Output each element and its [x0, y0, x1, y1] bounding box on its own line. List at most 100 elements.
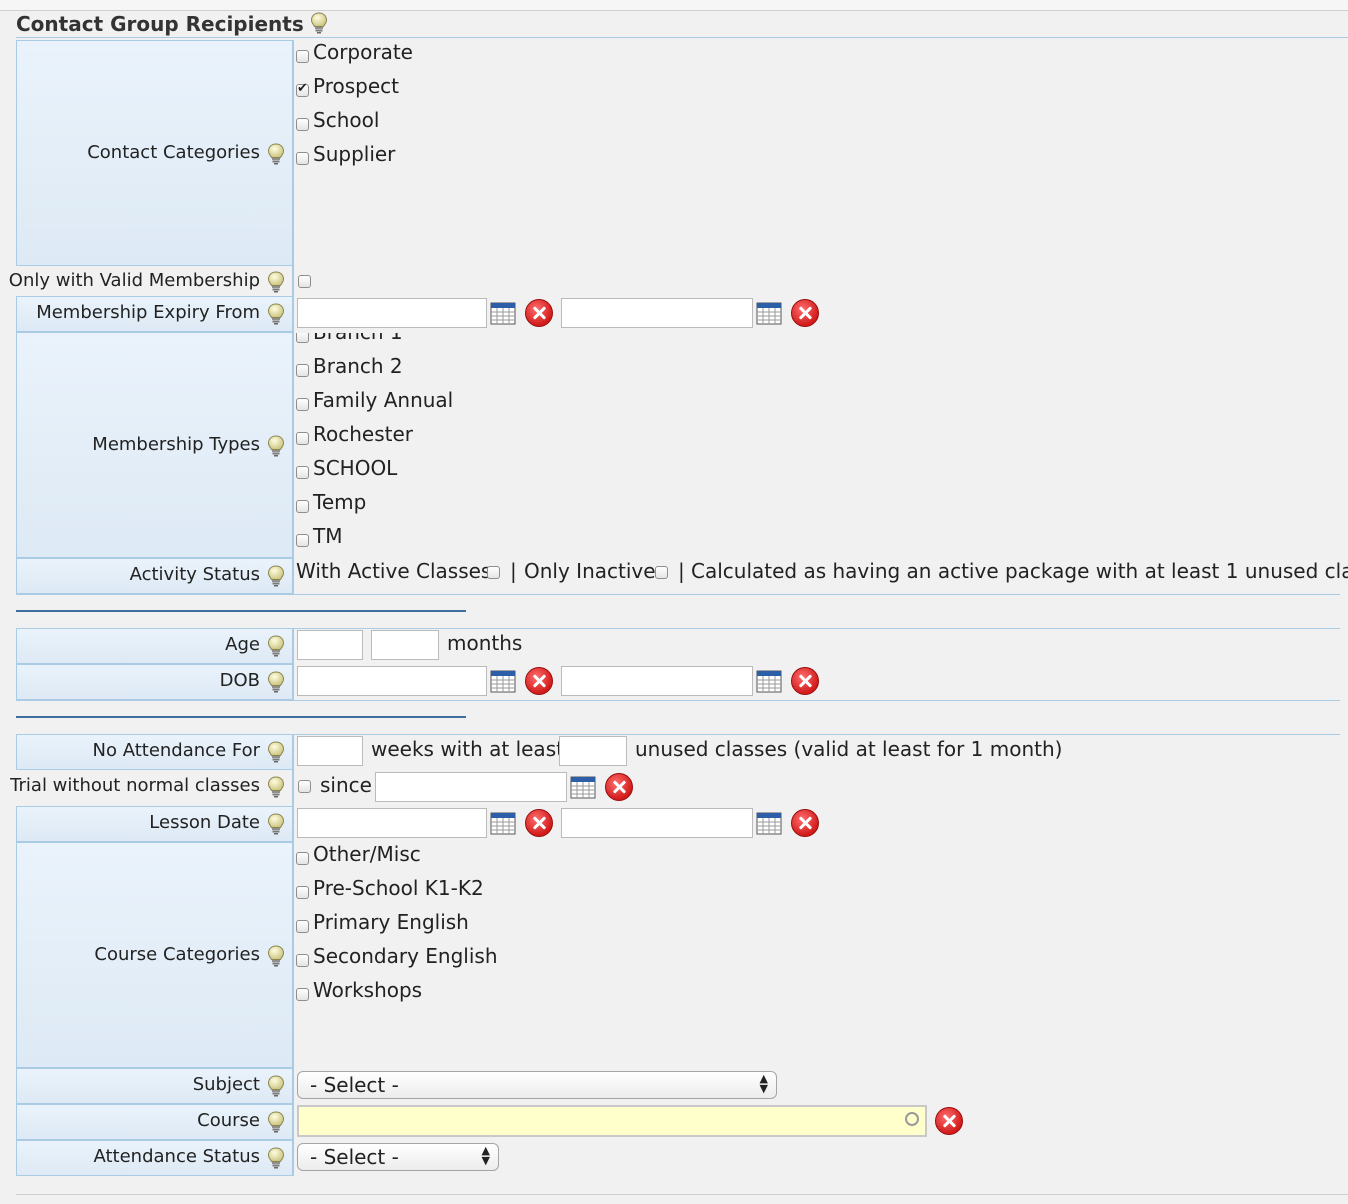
course-category-label: Other/Misc [313, 842, 421, 866]
lightbulb-icon[interactable] [267, 945, 285, 967]
dob-to-input[interactable] [561, 666, 753, 696]
calendar-icon[interactable] [490, 301, 516, 325]
lightbulb-icon[interactable] [310, 12, 328, 34]
subject-select-value: - Select - [310, 1073, 399, 1097]
subject-select[interactable]: - Select - ▲ ▼ [297, 1071, 777, 1099]
course-category-checkbox[interactable] [296, 852, 309, 865]
clear-icon[interactable] [791, 299, 819, 327]
clear-icon[interactable] [935, 1107, 963, 1135]
contact-category-checkbox[interactable] [296, 152, 309, 165]
attendance-status-label: Attendance Status [93, 1146, 260, 1167]
lightbulb-icon[interactable] [267, 635, 285, 657]
lightbulb-icon[interactable] [267, 1147, 285, 1169]
membership-type-checkbox[interactable] [296, 534, 309, 547]
lightbulb-icon[interactable] [267, 435, 285, 457]
trial-since-label: since [320, 773, 372, 797]
select-arrows-icon: ▲ ▼ [481, 1144, 490, 1167]
lightbulb-icon[interactable] [267, 671, 285, 693]
clear-icon[interactable] [791, 667, 819, 695]
top-bar [0, 0, 1348, 11]
membership-type-label: Branch 1 [313, 333, 403, 344]
only-inactive-checkbox[interactable] [655, 566, 668, 579]
valid-membership-label-cell: Only with Valid Membership [9, 266, 294, 296]
contact-category-label: School [313, 108, 380, 132]
trial-since-input[interactable] [375, 772, 567, 802]
dob-label-cell: DOB [16, 664, 294, 700]
contact-category-checkbox[interactable] [296, 50, 309, 63]
membership-type-checkbox[interactable] [296, 432, 309, 445]
lesson-date-from-input[interactable] [297, 808, 487, 838]
no-attendance-classes-input[interactable] [559, 736, 627, 766]
contact-category-checkbox[interactable] [296, 81, 309, 97]
attendance-status-select-value: - Select - [310, 1145, 399, 1169]
course-category-checkbox[interactable] [296, 886, 309, 899]
active-classes-checkbox[interactable] [487, 566, 500, 579]
lightbulb-icon[interactable] [267, 303, 285, 325]
lightbulb-icon[interactable] [267, 1075, 285, 1097]
membership-type-checkbox[interactable] [296, 466, 309, 479]
membership-type-checkbox[interactable] [296, 500, 309, 513]
only-inactive-label: Only Inactive [524, 559, 656, 583]
lightbulb-icon[interactable] [267, 271, 285, 293]
membership-type-label: Rochester [313, 422, 413, 446]
contact-category-label: Prospect [313, 74, 399, 98]
membership-type-label: SCHOOL [313, 456, 398, 480]
course-category-checkbox[interactable] [296, 988, 309, 1001]
age-to-input[interactable] [371, 630, 439, 660]
activity-status-label: Activity Status [129, 564, 260, 585]
attendance-status-select[interactable]: - Select - ▲ ▼ [297, 1143, 499, 1171]
membership-expiry-label: Membership Expiry From [36, 302, 260, 323]
contact-category-checkbox[interactable] [296, 118, 309, 131]
lesson-date-label-cell: Lesson Date [16, 806, 294, 842]
lightbulb-icon[interactable] [267, 813, 285, 835]
clear-icon[interactable] [525, 809, 553, 837]
separator: | [510, 559, 517, 583]
calendar-icon[interactable] [490, 811, 516, 835]
no-attendance-weeks-input[interactable] [297, 736, 363, 766]
calendar-icon[interactable] [756, 301, 782, 325]
row-divider [16, 594, 1340, 595]
course-input[interactable] [297, 1105, 927, 1137]
membership-type-label: Family Annual [313, 388, 454, 412]
clear-icon[interactable] [525, 667, 553, 695]
lightbulb-icon[interactable] [267, 1111, 285, 1133]
section-header: Contact Group Recipients [16, 12, 328, 36]
course-label-cell: Course [16, 1104, 294, 1140]
membership-expiry-from-input[interactable] [297, 298, 487, 328]
membership-type-checkbox[interactable] [296, 364, 309, 377]
subject-label-cell: Subject [16, 1068, 294, 1104]
calendar-icon[interactable] [756, 669, 782, 693]
valid-membership-checkbox[interactable] [298, 275, 311, 288]
clear-icon[interactable] [791, 809, 819, 837]
clear-icon[interactable] [605, 773, 633, 801]
calendar-icon[interactable] [490, 669, 516, 693]
calendar-icon[interactable] [756, 811, 782, 835]
lightbulb-icon[interactable] [267, 565, 285, 587]
course-category-label: Secondary English [313, 944, 498, 968]
membership-type-label: Temp [313, 490, 367, 514]
age-from-input[interactable] [297, 630, 363, 660]
lightbulb-icon[interactable] [267, 741, 285, 763]
calendar-icon[interactable] [570, 775, 596, 799]
lesson-date-to-input[interactable] [561, 808, 753, 838]
course-category-checkbox[interactable] [296, 954, 309, 967]
lightbulb-icon[interactable] [267, 776, 285, 798]
membership-type-checkbox[interactable] [296, 398, 309, 411]
row-divider [16, 700, 1340, 701]
loading-icon [905, 1112, 919, 1126]
separator: | [678, 559, 685, 583]
membership-type-checkbox[interactable] [296, 333, 309, 343]
lightbulb-icon[interactable] [267, 143, 285, 165]
trial-checkbox[interactable] [298, 780, 311, 793]
no-attendance-middle-text: weeks with at least [371, 737, 564, 761]
course-category-checkbox[interactable] [296, 920, 309, 933]
clear-icon[interactable] [525, 299, 553, 327]
membership-expiry-label-cell: Membership Expiry From [16, 296, 294, 332]
membership-type-label: Branch 2 [313, 354, 403, 378]
membership-types-list[interactable]: Branch 1 Branch 2 Family Annual Rocheste… [296, 333, 696, 558]
group-separator [16, 716, 466, 718]
valid-membership-label: Only with Valid Membership [8, 270, 260, 291]
membership-expiry-to-input[interactable] [561, 298, 753, 328]
contact-category-label: Corporate [313, 40, 413, 64]
dob-from-input[interactable] [297, 666, 487, 696]
